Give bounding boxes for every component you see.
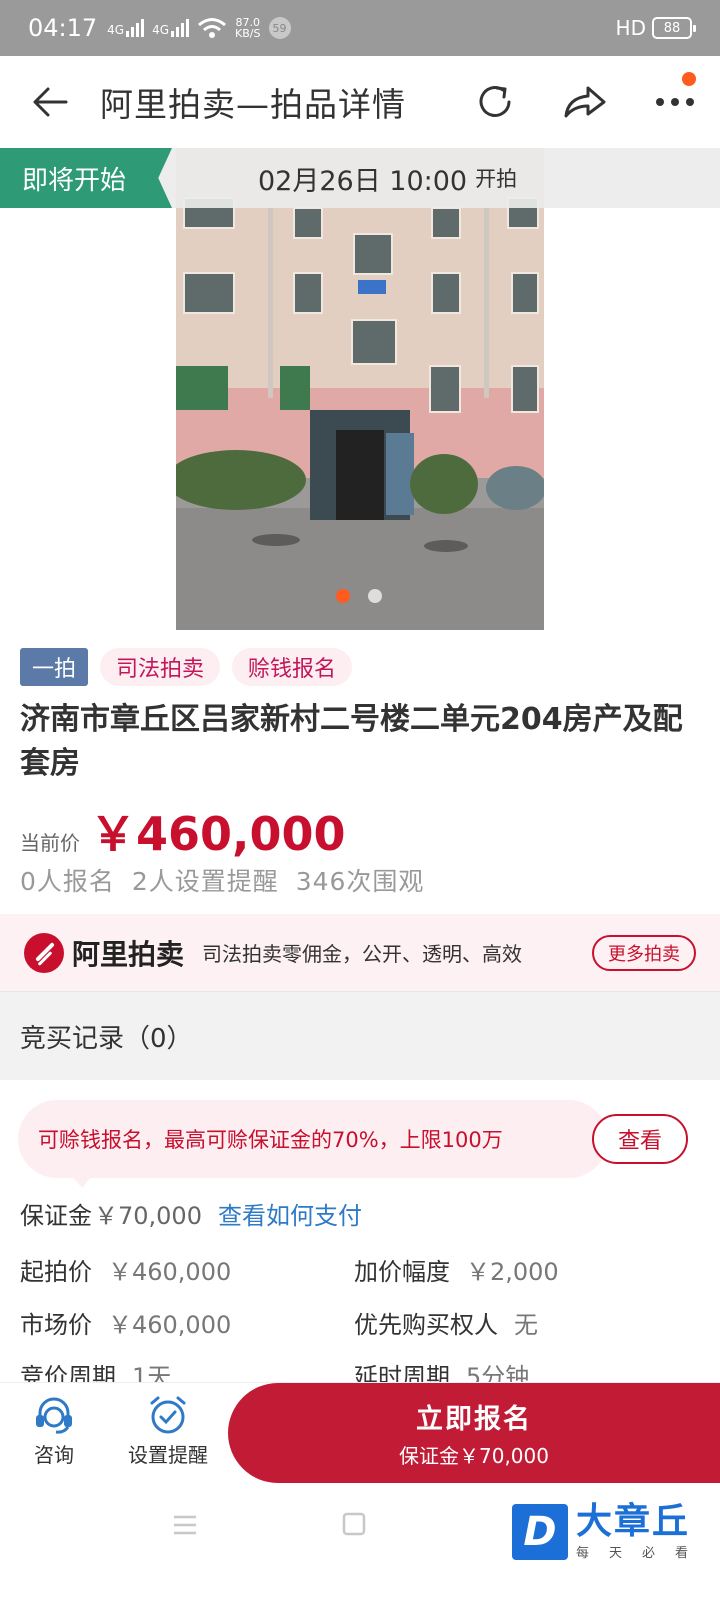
customer-service-icon [36,1397,72,1434]
view-promo-button[interactable]: 查看 [592,1114,688,1164]
watermark-slogan: 每天必看 [576,1546,709,1561]
detail-label: 起拍价 [20,1258,92,1286]
ali-auction-banner[interactable]: 阿里拍卖 司法拍卖零佣金，公开、透明、高效 更多拍卖 [0,914,720,992]
ali-brand-name: 阿里拍卖 [72,937,185,971]
reminder-label: 设置提醒 [128,1443,208,1467]
network-speed: 87.0 KB/S [235,17,260,39]
starting-price-row: 起拍价 ￥460,000 [20,1252,231,1287]
current-price: 当前价 ￥460,000 [20,798,346,864]
back-arrow-icon [33,87,68,117]
menu-icon[interactable] [172,1512,198,1538]
share-button[interactable] [540,56,630,148]
speed-unit: KB/S [235,27,261,40]
battery-icon: 88 [652,17,696,39]
battery-level: 88 [663,20,681,36]
ali-auction-logo-icon [24,932,64,973]
carousel-indicator [336,589,382,603]
network-type-label: 4G [107,23,125,37]
back-button[interactable] [0,56,100,148]
item-title: 济南市章丘区吕家新村二号楼二单元204房产及配套房 [20,702,683,781]
detail-value: ￥460,000 [108,1311,232,1339]
network-type-label-2: 4G [152,23,170,37]
deposit-label: 保证金 [20,1202,92,1230]
item-stats: 0人报名 2人设置提醒 346次围观 [20,867,425,896]
watermark-name: 大章丘 [576,1501,691,1542]
start-time-suffix: 开拍 [475,167,518,191]
status-bar: 04:17 4G 4G 87.0 KB/S 59 HD 88 [0,0,720,56]
detail-value: ￥460,000 [108,1258,232,1286]
notification-badge: 59 [268,17,291,39]
detail-label: 优先购买权人 [354,1311,498,1339]
consult-label: 咨询 [34,1443,74,1467]
detail-label: 市场价 [20,1311,92,1339]
auction-start-time: 02月26日 10:00 开拍 [258,148,517,208]
unread-dot [682,72,696,86]
signal-icon: 4G [107,19,145,37]
how-to-pay-link[interactable]: 查看如何支付 [218,1196,362,1231]
set-reminder-button[interactable]: 设置提醒 [128,1395,208,1468]
promo-bubble-tail [72,1176,92,1188]
register-now-label: 立即报名 [416,1404,532,1435]
home-square-icon[interactable] [342,1512,366,1536]
alarm-clock-icon [150,1396,186,1434]
start-time-value: 02月26日 10:00 [258,165,468,197]
page-title: 阿里拍卖—拍品详情 [100,85,406,124]
wifi-icon [198,18,227,38]
watermark: D 大章丘 每天必看 [512,1502,708,1561]
watermark-text: 大章丘 每天必看 [576,1501,709,1562]
item-tags: 一拍 司法拍卖 赊钱报名 [20,648,353,686]
more-button[interactable] [630,56,720,148]
more-dots-icon [656,98,694,106]
building-photo-illustration [176,148,544,630]
watermark-logo: D [512,1503,568,1560]
register-deposit-label: 保证金￥70,000 [399,1444,549,1468]
deposit-row: 保证金 ￥70,000 查看如何支付 [20,1196,362,1231]
status-time: 04:17 [28,14,98,42]
refresh-button[interactable] [450,56,540,148]
judicial-auction-tag: 司法拍卖 [100,648,221,686]
increment-row: 加价幅度 ￥2,000 [354,1252,559,1287]
bid-record-section[interactable]: 竞买记录（0） [0,992,720,1080]
credit-promo-bubble: 可赊钱报名，最高可赊保证金的70%，上限100万 [18,1100,608,1178]
price-value: ￥460,000 [90,807,346,861]
carousel-dot-active[interactable] [336,589,350,603]
credit-signup-tag: 赊钱报名 [232,648,353,686]
detail-value: 无 [514,1311,538,1339]
auction-start-banner: 即将开始 02月26日 10:00 开拍 [0,148,720,208]
priority-buyer-row: 优先购买权人 无 [354,1305,538,1340]
signal-icon-2: 4G [152,19,190,37]
register-now-button[interactable]: 立即报名 保证金￥70,000 [228,1383,720,1483]
property-photo[interactable] [176,148,544,630]
detail-value: ￥2,000 [466,1258,559,1286]
image-carousel[interactable]: 即将开始 02月26日 10:00 开拍 [0,148,720,630]
market-price-row: 市场价 ￥460,000 [20,1305,231,1340]
bottom-action-bar: 咨询 设置提醒 立即报名 保证金￥70,000 [0,1382,720,1484]
detail-label: 加价幅度 [354,1258,450,1286]
refresh-icon [479,86,511,117]
carousel-dot[interactable] [368,589,382,603]
more-auctions-button[interactable]: 更多拍卖 [592,934,696,971]
share-icon [564,86,606,118]
price-label: 当前价 [20,831,80,855]
top-nav-bar: 阿里拍卖—拍品详情 [0,56,720,148]
hd-indicator: HD [615,16,646,40]
deposit-value: ￥70,000 [94,1202,202,1230]
ali-brand-slogan: 司法拍卖零佣金，公开、透明、高效 [202,942,523,966]
round-tag: 一拍 [20,648,89,686]
consult-button[interactable]: 咨询 [32,1395,76,1468]
auction-status-tag: 即将开始 [0,148,172,208]
